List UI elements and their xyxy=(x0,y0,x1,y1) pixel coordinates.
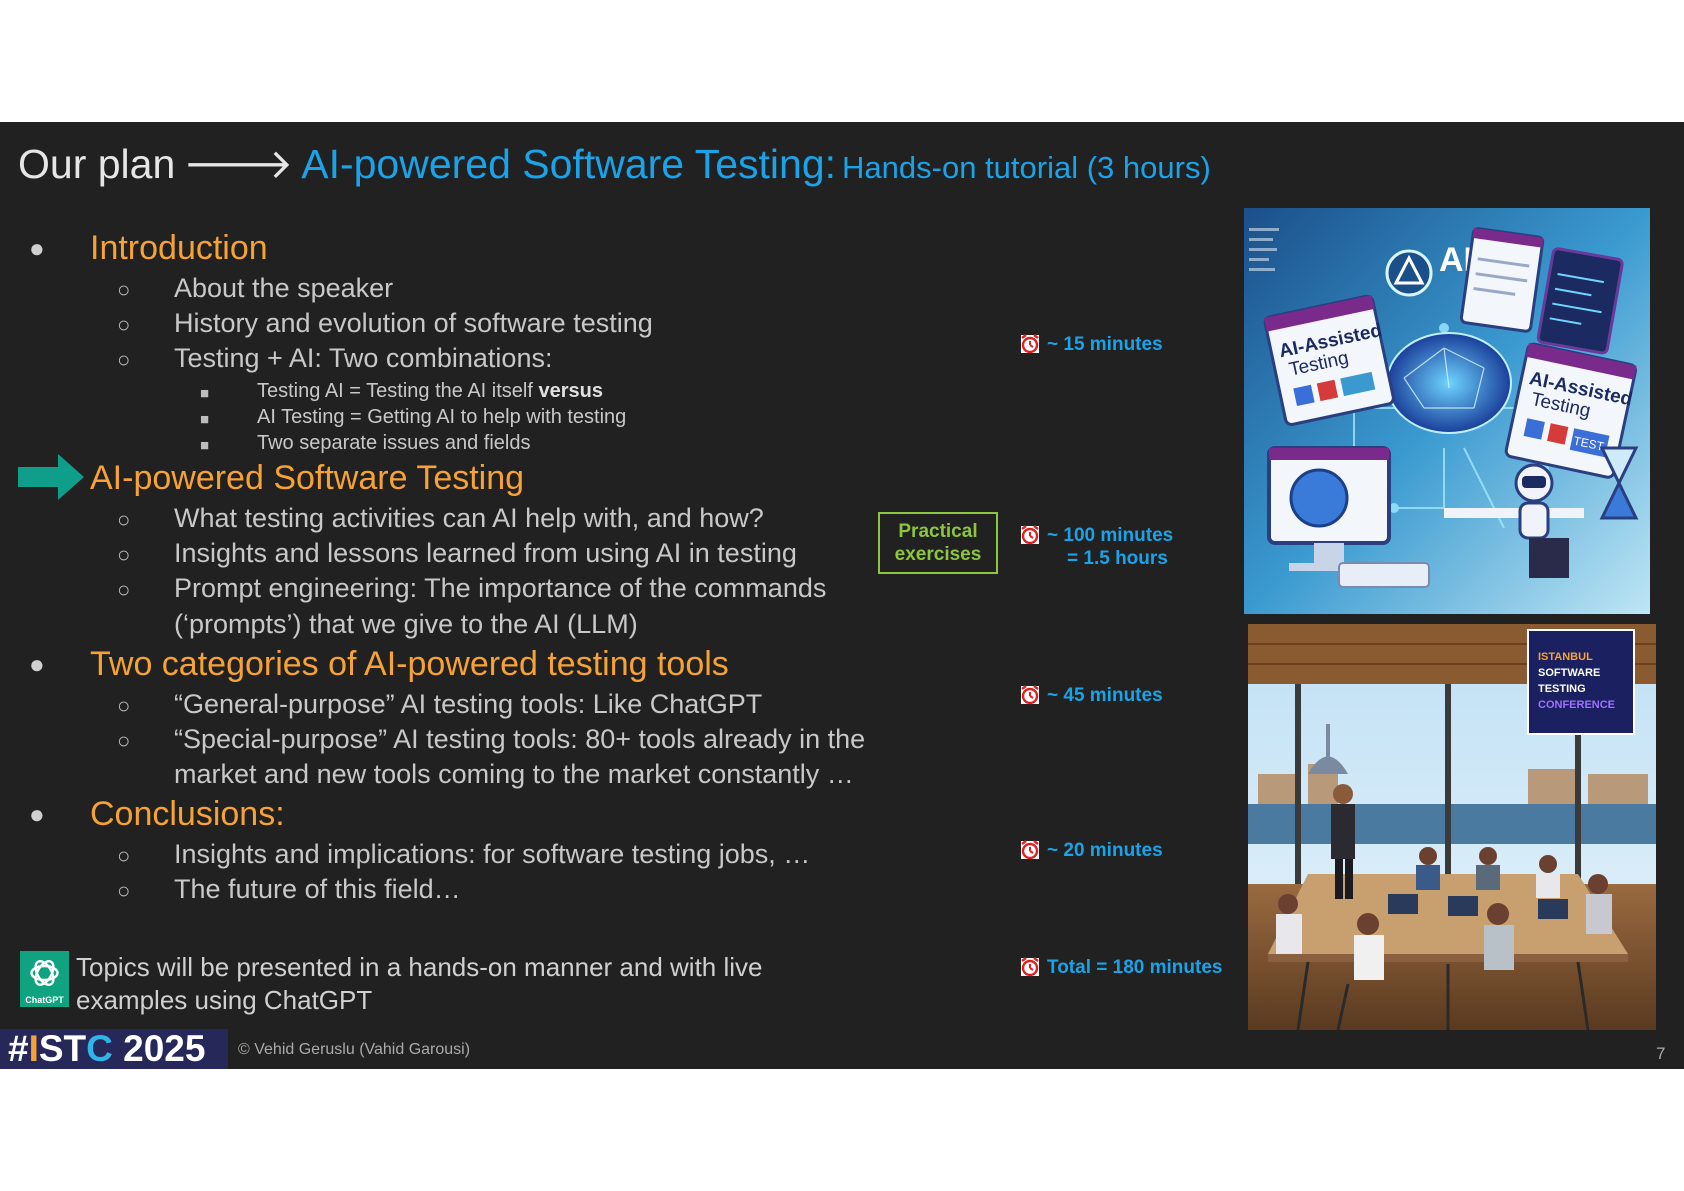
timing-conclusions: ~ 20 minutes xyxy=(1019,839,1163,862)
svg-text:CONFERENCE: CONFERENCE xyxy=(1538,699,1615,711)
title-arrow-icon: 🡒 xyxy=(183,141,294,187)
title-prefix: Our plan xyxy=(18,141,176,187)
chatgpt-logo-icon: ChatGPT xyxy=(20,951,69,1007)
conclusions-item: Insights and implications: for software … xyxy=(174,839,811,869)
intro-subitem: Testing AI = Testing the AI itself versu… xyxy=(257,380,603,402)
intro-subitem: AI Testing = Getting AI to help with tes… xyxy=(257,406,627,428)
bullet-dot: ● xyxy=(29,233,45,263)
page-number: 7 xyxy=(1656,1044,1666,1063)
section-ai-testing: AI-powered Software Testing xyxy=(90,459,525,497)
bullet-circle: ○ xyxy=(117,843,131,868)
timing-total: Total = 180 minutes xyxy=(1019,956,1222,979)
intro-item: Testing + AI: Two combinations: xyxy=(174,343,553,373)
svg-text:TESTING: TESTING xyxy=(1538,683,1586,695)
timing-intro: ~ 15 minutes xyxy=(1019,333,1163,356)
bullet-circle: ○ xyxy=(117,312,131,337)
slide: Our plan 🡒 AI-powered Software Testing: Han… xyxy=(0,122,1684,1069)
bullet-circle: ○ xyxy=(117,878,131,903)
bullet-circle: ○ xyxy=(117,347,131,372)
title-main: AI-powered Software Testing: xyxy=(301,141,837,187)
ai-item-continued: (‘prompts’) that we give to the AI (LLM) xyxy=(174,609,638,639)
hands-on-note: Topics will be presented in a hands-on m… xyxy=(76,952,763,1015)
bullet-square: ■ xyxy=(200,385,210,402)
section-tools: Two categories of AI-powered testing too… xyxy=(90,645,729,683)
intro-item: About the speaker xyxy=(174,273,394,303)
bullet-dot: ● xyxy=(29,799,45,829)
alarm-clock-icon xyxy=(1021,840,1039,860)
copyright-text: © Vehid Geruslu (Vahid Garousi) xyxy=(238,1041,471,1058)
bullet-circle: ○ xyxy=(117,507,131,532)
bullet-square: ■ xyxy=(200,437,210,454)
ai-item: What testing activities can AI help with… xyxy=(174,503,764,533)
conclusions-item: The future of this field… xyxy=(174,874,461,904)
title-subtitle: Hands-on tutorial (3 hours) xyxy=(842,150,1211,185)
section-conclusions: Conclusions: xyxy=(90,795,285,833)
bullet-dot: ● xyxy=(29,649,45,679)
ai-item: Insights and lessons learned from using … xyxy=(174,538,797,568)
intro-subitem: Two separate issues and fields xyxy=(257,432,531,454)
section-introduction: Introduction xyxy=(90,229,268,267)
bullet-circle: ○ xyxy=(117,577,131,602)
tools-item: “Special-purpose” AI testing tools: 80+ … xyxy=(174,724,866,754)
alarm-clock-icon xyxy=(1021,334,1039,354)
openai-knot-icon xyxy=(30,960,59,986)
tools-item-continued: market and new tools coming to the marke… xyxy=(174,759,854,789)
bullet-circle: ○ xyxy=(117,693,131,718)
current-section-arrow-icon xyxy=(18,454,84,500)
bullet-circle: ○ xyxy=(117,277,131,302)
alarm-clock-icon xyxy=(1021,957,1039,977)
svg-text:SOFTWARE: SOFTWARE xyxy=(1538,667,1600,679)
svg-text:ISTANBUL: ISTANBUL xyxy=(1538,651,1593,663)
timing-tools: ~ 45 minutes xyxy=(1019,684,1163,707)
bullet-circle: ○ xyxy=(117,542,131,567)
bullet-circle: ○ xyxy=(117,728,131,753)
ai-testing-illustration: AI AI-Assisted Testing AI-Assisted Testi… xyxy=(1244,208,1650,614)
slide-title: Our plan 🡒 AI-powered Software Testing: Han… xyxy=(18,140,1211,189)
bullet-square: ■ xyxy=(200,411,210,428)
alarm-clock-icon xyxy=(1021,685,1039,705)
tools-item: “General-purpose” AI testing tools: Like… xyxy=(174,689,763,719)
timing-ai: ~ 100 minutes = 1.5 hours xyxy=(1019,524,1173,570)
alarm-clock-icon xyxy=(1021,525,1039,545)
practical-exercises-box: Practical exercises xyxy=(878,512,998,574)
conference-photo: ISTANBUL SOFTWARE TESTING CONFERENCE xyxy=(1248,624,1656,1030)
istc-2025-logo: #ISTC 2025 xyxy=(0,1029,228,1069)
intro-item: History and evolution of software testin… xyxy=(174,308,653,338)
ai-item: Prompt engineering: The importance of th… xyxy=(174,573,827,603)
